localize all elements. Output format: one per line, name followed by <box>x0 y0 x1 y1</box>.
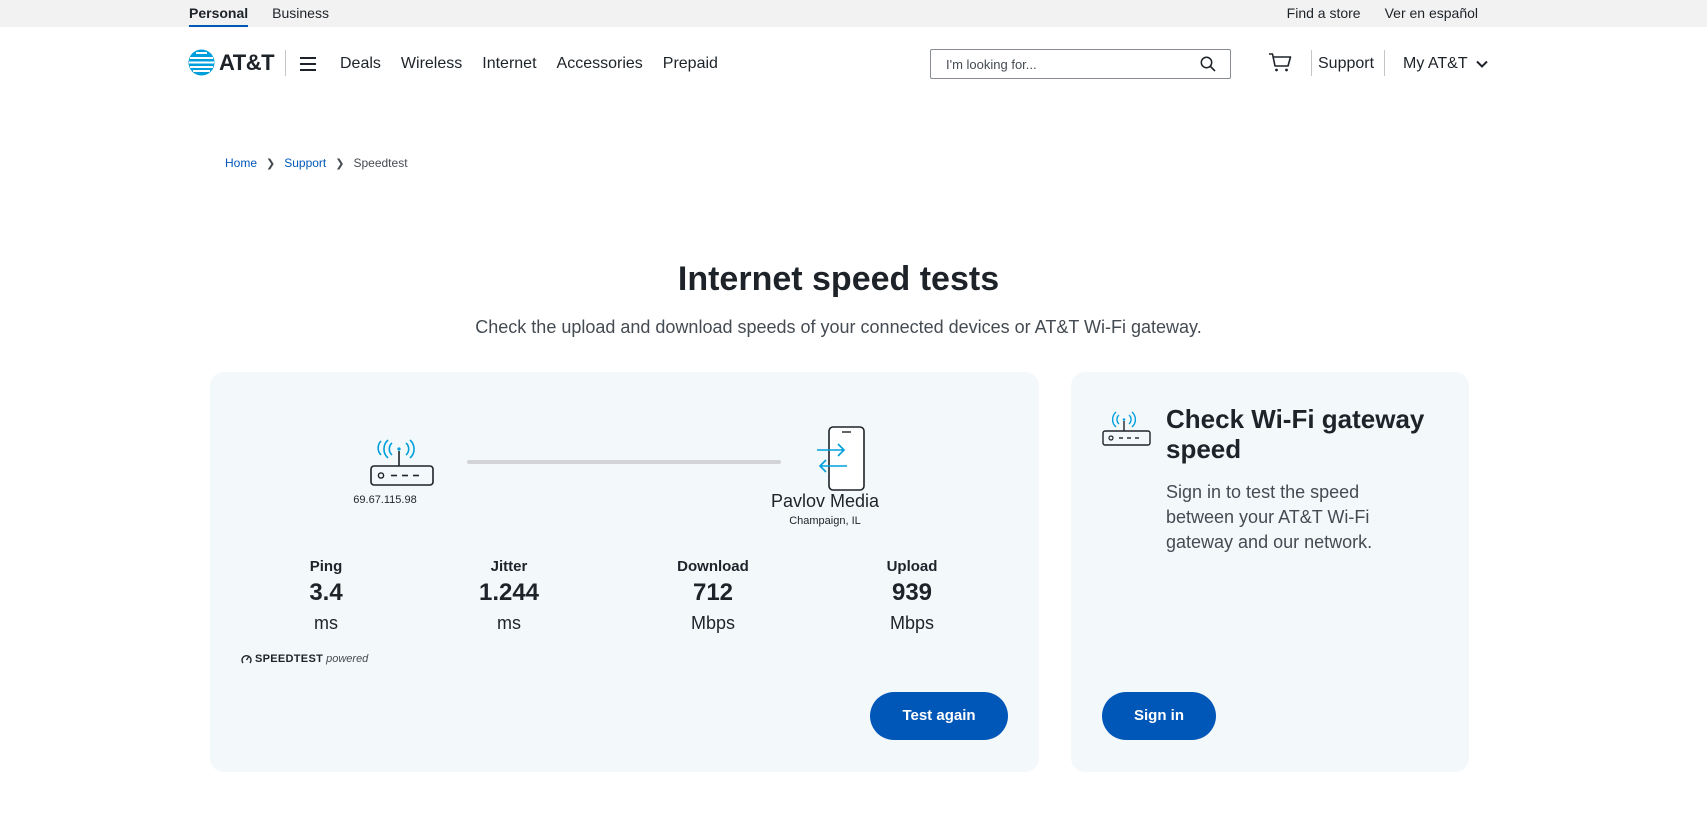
cart-icon[interactable] <box>1268 52 1292 73</box>
nav-internet[interactable]: Internet <box>482 55 536 73</box>
metric-unit: ms <box>497 613 521 633</box>
gateway-card-title: Check Wi-Fi gateway speed <box>1166 404 1425 464</box>
metric-value: 3.4 <box>309 579 343 606</box>
metric-label: Upload <box>886 558 938 575</box>
divider <box>1384 50 1385 76</box>
my-att-label: My AT&T <box>1403 55 1468 72</box>
test-progress-track <box>467 460 781 464</box>
search-input[interactable] <box>931 50 1191 78</box>
tab-business[interactable]: Business <box>272 0 329 27</box>
gateway-card-description: Sign in to test the speed between your A… <box>1166 482 1373 552</box>
ip-address: 69.67.115.98 <box>353 494 417 506</box>
logo-text: AT&T <box>219 49 275 75</box>
chevron-right-icon: ❯ <box>266 157 276 170</box>
sign-in-button[interactable]: Sign in <box>1102 692 1216 740</box>
server-location: Champaign, IL <box>789 515 861 527</box>
breadcrumb-support[interactable]: Support <box>284 156 326 170</box>
metric-label: Jitter <box>490 558 528 575</box>
brand-name: SPEEDTEST <box>255 653 324 665</box>
support-link[interactable]: Support <box>1318 55 1374 73</box>
metric-upload: Upload 939 Mbps <box>852 558 972 634</box>
metric-label: Ping <box>309 558 343 575</box>
utility-links: Find a store Ver en español <box>1263 0 1478 27</box>
divider <box>285 50 286 76</box>
phone-transfer-icon <box>817 426 865 491</box>
main-header: AT&T Deals Wireless Internet Accessories… <box>0 27 1707 105</box>
metric-value: 712 <box>692 579 734 606</box>
att-logo[interactable]: AT&T <box>188 49 275 76</box>
menu-icon[interactable] <box>300 57 316 71</box>
test-again-button[interactable]: Test again <box>870 692 1008 740</box>
breadcrumb-current: Speedtest <box>353 156 408 170</box>
speedtest-gauge-icon <box>241 654 252 663</box>
metric-unit: Mbps <box>690 613 735 633</box>
gateway-card: Check Wi-Fi gateway speed Sign in to tes… <box>1071 372 1469 772</box>
breadcrumb: Home ❯ Support ❯ Speedtest <box>225 156 408 170</box>
metric-jitter: Jitter 1.244 ms <box>449 558 569 634</box>
nav-wireless[interactable]: Wireless <box>401 55 462 73</box>
find-store-link[interactable]: Find a store <box>1287 0 1361 27</box>
metric-unit: Mbps <box>889 613 934 633</box>
metric-value: 939 <box>891 579 933 606</box>
metric-unit: ms <box>314 613 338 633</box>
chevron-down-icon <box>1475 60 1488 68</box>
my-att-menu[interactable]: My AT&T <box>1403 55 1488 73</box>
page-subtitle: Check the upload and download speeds of … <box>475 317 1202 337</box>
metric-label: Download <box>677 558 749 575</box>
server-name: Pavlov Media <box>770 491 880 511</box>
search-box <box>930 49 1231 79</box>
spanish-link[interactable]: Ver en español <box>1385 0 1478 27</box>
gateway-router-icon <box>1102 411 1151 446</box>
speedtest-powered-logo: SPEEDTEST powered <box>241 653 368 665</box>
search-icon[interactable] <box>1200 56 1216 72</box>
router-icon <box>370 439 434 486</box>
page-title: Internet speed tests <box>677 260 1000 298</box>
utility-bar: Personal Business Find a store Ver en es… <box>0 0 1707 27</box>
globe-logo-icon <box>188 49 215 76</box>
brand-suffix: powered <box>326 653 369 665</box>
nav-prepaid[interactable]: Prepaid <box>663 55 718 73</box>
tab-personal[interactable]: Personal <box>189 0 249 27</box>
metric-ping: Ping 3.4 ms <box>266 558 386 634</box>
metric-download: Download 712 Mbps <box>653 558 773 634</box>
metric-value: 1.244 <box>478 579 540 606</box>
chevron-right-icon: ❯ <box>335 157 345 170</box>
nav-deals[interactable]: Deals <box>340 55 381 73</box>
primary-nav: Deals Wireless Internet Accessories Prep… <box>340 55 738 73</box>
speed-test-card: 69.67.115.98 Pavlov Media Champaign, IL … <box>210 372 1039 772</box>
segment-tabs: Personal Business <box>189 0 353 27</box>
nav-accessories[interactable]: Accessories <box>557 55 643 73</box>
breadcrumb-home[interactable]: Home <box>225 156 257 170</box>
divider <box>1311 50 1312 76</box>
